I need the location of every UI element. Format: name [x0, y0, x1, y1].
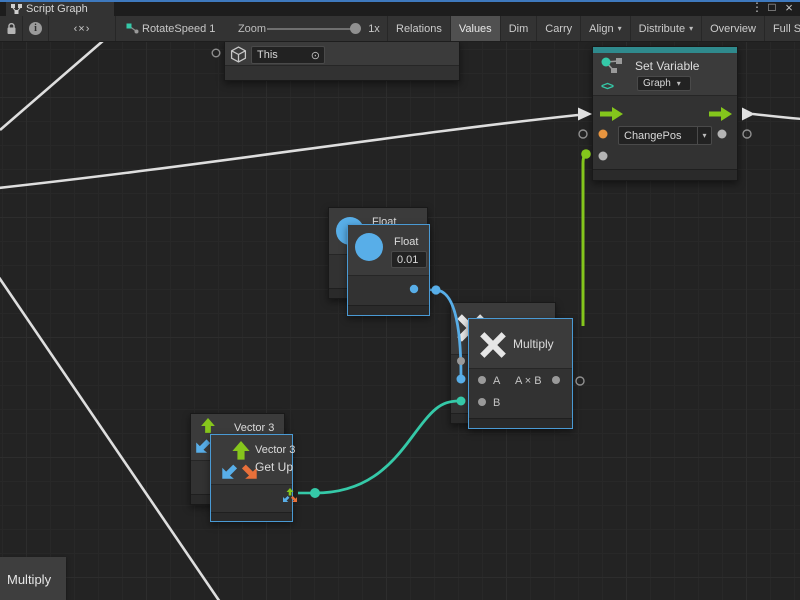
port-ghost-input[interactable]: [457, 357, 465, 365]
port-unconnected[interactable]: [579, 130, 587, 138]
close-button[interactable]: ×: [782, 0, 796, 16]
zoom-label: Zoom: [236, 16, 268, 41]
toolbar-separator: [115, 16, 116, 41]
tab-label: Script Graph: [26, 3, 88, 15]
port-unconnected[interactable]: [576, 377, 584, 385]
port-ghost-input-a[interactable]: [457, 375, 466, 384]
port-multiply-a[interactable]: [478, 376, 486, 384]
distribute-dropdown-button[interactable]: Distribute ▾: [631, 16, 702, 41]
relations-label: Relations: [396, 23, 442, 35]
cable-teal-endpoint[interactable]: [310, 488, 320, 498]
tab-bar: Script Graph ⋮ □ ×: [0, 0, 800, 16]
port-input-value[interactable]: [599, 152, 608, 161]
port-variable-name[interactable]: [599, 130, 608, 139]
port-ghost-input-b[interactable]: [457, 397, 466, 406]
lock-icon: [6, 22, 17, 35]
port-multiply-result[interactable]: [552, 376, 560, 384]
align-dropdown-button[interactable]: Align ▾: [581, 16, 630, 41]
overview-label: Overview: [710, 23, 756, 35]
overview-button[interactable]: Overview: [702, 16, 765, 41]
port-float-output[interactable]: [410, 285, 418, 293]
graph-asset-icon: [124, 16, 140, 41]
zoom-slider-track[interactable]: [267, 28, 357, 30]
port-unconnected[interactable]: [743, 130, 751, 138]
carry-button[interactable]: Carry: [537, 16, 581, 41]
flow-cable-arrow-in[interactable]: [578, 108, 592, 121]
fullscreen-label: Full Screen: [773, 23, 800, 35]
dim-button[interactable]: Dim: [501, 16, 538, 41]
zoom-slider-handle[interactable]: [350, 23, 361, 34]
graph-name-label: RotateSpeed 1: [142, 16, 218, 41]
values-label: Values: [459, 23, 492, 35]
chevron-down-icon: ▾: [689, 24, 693, 33]
graph-canvas[interactable]: Float Vector 3: [0, 42, 800, 600]
chevron-down-icon: ▾: [618, 24, 622, 33]
info-button[interactable]: i: [23, 16, 48, 41]
node-tooltip: Multiply: [0, 557, 66, 600]
port-output-value[interactable]: [718, 130, 727, 139]
window-menu-button[interactable]: ⋮: [750, 0, 764, 16]
port-multiply-b[interactable]: [478, 398, 486, 406]
cable-blue-endpoint[interactable]: [431, 285, 440, 294]
zoom-value: 1x: [364, 16, 384, 41]
dim-label: Dim: [509, 23, 529, 35]
flow-cable-arrow-out[interactable]: [742, 108, 755, 121]
align-label: Align: [589, 23, 613, 35]
flow-output-port[interactable]: [709, 107, 732, 121]
script-graph-window: Script Graph ⋮ □ × i ‹×› RotateSpeed 1: [0, 0, 800, 600]
lock-button[interactable]: [0, 16, 22, 41]
tooltip-label: Multiply: [7, 572, 51, 587]
toolbar-button-group: Relations Values Dim Carry Align ▾ Distr…: [387, 16, 800, 41]
code-view-button[interactable]: ‹×›: [49, 16, 115, 41]
maximize-button[interactable]: □: [765, 0, 779, 16]
graph-toolbar: i ‹×› RotateSpeed 1 Zoom 1x Relations Va…: [0, 16, 800, 42]
port-this-unconnected[interactable]: [212, 49, 220, 57]
tab-script-graph[interactable]: Script Graph: [6, 2, 114, 16]
cable-lime-endpoint[interactable]: [581, 149, 591, 159]
code-icon: ‹×›: [74, 23, 91, 35]
distribute-label: Distribute: [639, 23, 685, 35]
info-icon: i: [29, 22, 42, 35]
relations-button[interactable]: Relations: [388, 16, 451, 41]
focus-indicator: [0, 0, 800, 2]
values-button[interactable]: Values: [451, 16, 501, 41]
fullscreen-button[interactable]: Full Screen: [765, 16, 800, 41]
flow-input-port[interactable]: [600, 107, 623, 121]
graph-tab-icon: [11, 4, 22, 14]
carry-label: Carry: [545, 23, 572, 35]
